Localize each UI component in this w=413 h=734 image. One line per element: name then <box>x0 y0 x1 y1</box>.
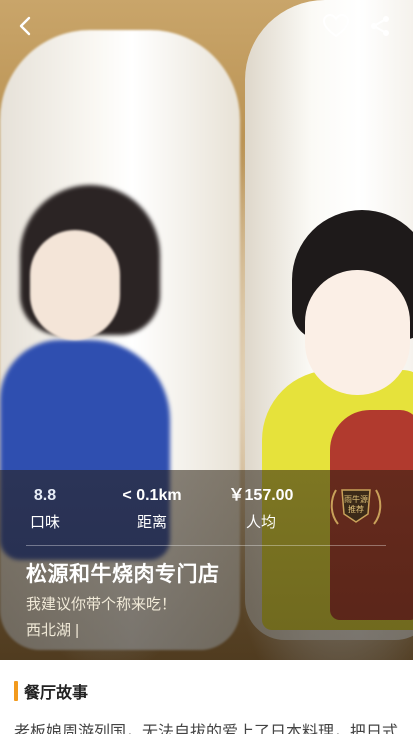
stat-taste-label: 口味 <box>29 514 60 531</box>
story-text: 老板娘周游列国，无法自拔的爱上了日本料理，把日式 <box>14 724 399 734</box>
stat-average-price: ￥157.00 人均 <box>206 485 316 532</box>
top-bar <box>0 0 413 56</box>
restaurant-slogan: 我建议你带个称来吃！ <box>26 596 177 613</box>
stat-distance-value: < 0.1km <box>122 487 182 504</box>
hero-figure-right-face <box>305 270 410 395</box>
section-header-story: 餐厅故事 <box>14 680 88 702</box>
share-button[interactable] <box>364 10 396 42</box>
stats-row: 8.8 口味 < 0.1km 距离 ￥157.00 人均 <box>0 485 330 535</box>
stat-taste-value: 8.8 <box>33 487 57 504</box>
stat-average-price-label: 人均 <box>245 514 276 531</box>
chevron-left-icon <box>19 16 31 36</box>
heart-outline-icon <box>322 13 350 38</box>
share-icon <box>371 16 389 36</box>
svg-text:雨牛源: 雨牛源 <box>344 494 368 504</box>
section-accent-bar <box>14 681 18 701</box>
section-title: 餐厅故事 <box>24 685 89 702</box>
favorite-button[interactable] <box>320 10 352 42</box>
restaurant-name: 松源和牛烧肉专门店 <box>26 563 220 586</box>
hero-figure-left-face <box>30 230 120 340</box>
stat-taste: 8.8 口味 <box>0 485 100 532</box>
stat-average-price-value: ￥157.00 <box>228 487 294 504</box>
stat-distance: < 0.1km 距离 <box>97 485 207 532</box>
back-button[interactable] <box>10 10 42 42</box>
stat-distance-label: 距离 <box>136 514 167 531</box>
restaurant-location[interactable]: 西北湖 | <box>26 619 79 640</box>
svg-text:推荐: 推荐 <box>348 504 364 514</box>
hero-divider <box>26 545 386 546</box>
recommend-badge-logo: 雨牛源 推荐 <box>328 484 384 530</box>
